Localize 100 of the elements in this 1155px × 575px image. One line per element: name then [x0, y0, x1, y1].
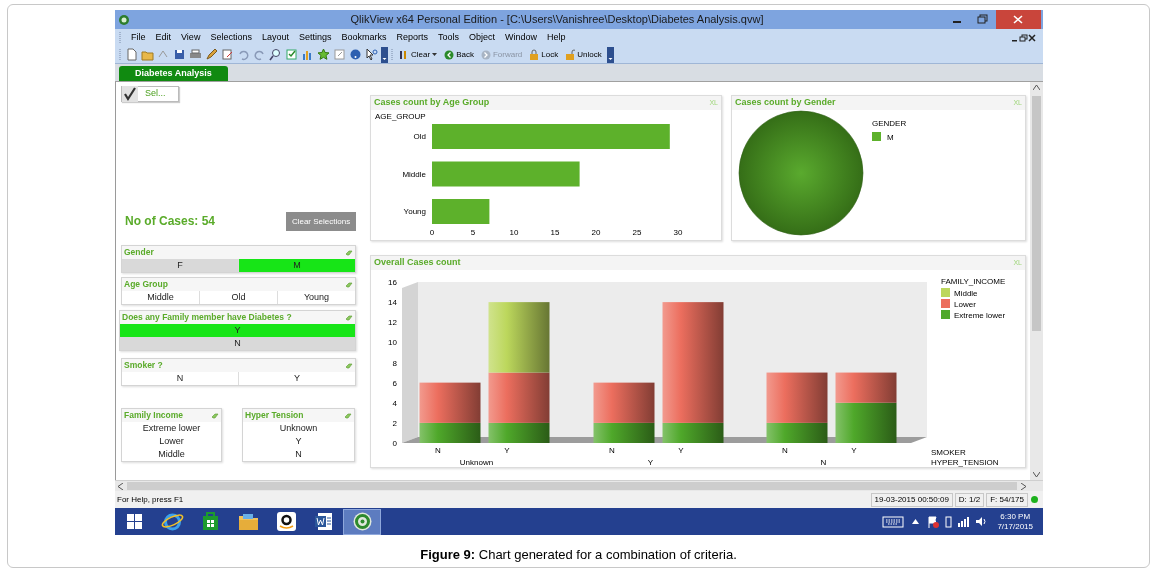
bar-segment[interactable]	[593, 382, 655, 423]
overflow-icon[interactable]	[606, 46, 614, 63]
list-box-value[interactable]: N	[243, 448, 354, 461]
flag-icon[interactable]	[927, 515, 940, 528]
page-icon[interactable]	[125, 48, 138, 61]
close-icon[interactable]	[1028, 32, 1037, 43]
menu-item[interactable]: Tools	[433, 30, 465, 45]
group-label: N	[820, 458, 827, 467]
clock-date: 7/17/2015	[997, 521, 1033, 532]
list-box-value[interactable]: Middle	[122, 291, 199, 304]
chart-title: Overall Cases count	[374, 256, 461, 270]
bar-segment[interactable]	[488, 372, 550, 423]
category-label: Young	[403, 207, 426, 216]
scroll-left-icon[interactable]	[118, 482, 123, 490]
chart-icon[interactable]	[301, 48, 314, 61]
axis-title: SMOKER	[931, 448, 966, 457]
tick-label: 10	[509, 228, 519, 237]
toolbar-button[interactable]: Clear	[397, 47, 440, 62]
menu-item[interactable]: Settings	[293, 30, 337, 45]
status-text: For Help, press F1	[117, 493, 185, 506]
cursor-help-icon[interactable]	[365, 48, 378, 61]
list-box-value[interactable]: Old	[199, 291, 277, 304]
menu-item[interactable]: Window	[500, 30, 543, 45]
scrollbar-thumb[interactable]	[127, 482, 1017, 490]
category-label: Middle	[402, 169, 426, 179]
folder-icon[interactable]	[141, 48, 154, 61]
list-box-value[interactable]: M	[238, 259, 355, 272]
list-box-value[interactable]: N	[122, 372, 238, 385]
taskbar-button[interactable]	[343, 508, 381, 535]
axis-title: AGE_GROUP	[375, 112, 426, 121]
menu-item[interactable]: Selections	[205, 30, 257, 45]
legend-label: Lower	[954, 300, 976, 309]
tick-label: 0	[392, 439, 397, 448]
legend-title: GENDER	[872, 119, 907, 128]
search-icon[interactable]	[269, 48, 282, 61]
bar-segment[interactable]	[835, 402, 897, 443]
list-box-value[interactable]: F	[122, 259, 238, 272]
menu-item[interactable]: Object	[464, 30, 501, 45]
menu-item[interactable]: Edit	[150, 30, 177, 45]
forward-icon	[480, 48, 491, 61]
checkbox-icon[interactable]	[285, 48, 298, 61]
scroll-down-icon[interactable]	[1033, 472, 1040, 477]
bar-segment[interactable]	[766, 372, 828, 423]
toolbar-button[interactable]: Back	[442, 47, 476, 62]
pencil-icon[interactable]	[205, 48, 218, 61]
menu-item[interactable]: Help	[542, 30, 571, 45]
battery-icon[interactable]	[945, 515, 953, 528]
legend-swatch	[872, 132, 881, 141]
list-box-title: Age Group	[124, 278, 168, 291]
signal-icon[interactable]	[958, 516, 970, 527]
toolbar-button[interactable]: Lock	[527, 47, 561, 62]
list-box-value[interactable]: Y	[120, 324, 355, 337]
bar-segment[interactable]	[419, 382, 481, 423]
menu-item[interactable]: Reports	[391, 30, 433, 45]
printer-icon[interactable]	[189, 48, 202, 61]
tick-label: 8	[392, 358, 397, 368]
overflow-icon[interactable]	[381, 46, 388, 63]
pie-slice[interactable]	[738, 110, 864, 236]
list-box-value[interactable]: Y	[238, 372, 355, 385]
bar-segment[interactable]	[488, 302, 550, 373]
horizontal-scrollbar[interactable]	[115, 480, 1043, 491]
legend-swatch	[941, 299, 950, 308]
menu-item[interactable]: View	[176, 30, 206, 45]
list-box-value[interactable]: Y	[243, 435, 354, 448]
menu-item[interactable]: Layout	[256, 30, 294, 45]
status-field: 19-03-2015 00:50:09	[870, 492, 953, 507]
grip-icon	[391, 48, 394, 61]
keyboard-icon[interactable]	[882, 515, 905, 528]
restore-icon[interactable]	[1019, 32, 1028, 43]
legend-title: FAMILY_INCOME	[941, 277, 1006, 286]
edit-icon[interactable]	[221, 48, 234, 61]
list-box-value[interactable]: Unknown	[243, 422, 354, 435]
list-box-value[interactable]: Lower	[122, 435, 221, 448]
scroll-up-icon[interactable]	[1033, 85, 1040, 90]
tick-label: 20	[591, 228, 601, 237]
list-box-title: Does any Family member have Diabetes ?	[122, 311, 292, 324]
menu-item[interactable]: Bookmarks	[336, 30, 392, 45]
menu-item[interactable]: File	[126, 30, 151, 45]
list-box-value[interactable]: N	[120, 337, 355, 350]
scrollbar-thumb[interactable]	[1032, 96, 1041, 331]
scroll-right-icon[interactable]	[1021, 482, 1026, 490]
speaker-icon[interactable]	[975, 516, 988, 527]
selections-button[interactable]: Sel...	[121, 86, 179, 102]
grip-icon	[119, 32, 122, 43]
bar-segment[interactable]	[662, 302, 724, 423]
group-label: Unknown	[459, 458, 494, 467]
list-box-value[interactable]: Middle	[122, 448, 221, 461]
caret-icon	[432, 52, 438, 57]
star-icon[interactable]	[317, 48, 330, 61]
toolbar-button[interactable]: Unlock	[563, 47, 604, 62]
sheet-tab[interactable]: Diabetes Analysis	[119, 66, 228, 81]
list-box-value[interactable]: Extreme lower	[122, 422, 221, 435]
tick-label: 15	[550, 228, 560, 237]
list-box-title: Gender	[124, 246, 154, 259]
list-box-value[interactable]: Young	[277, 291, 355, 304]
tick-label: 0	[429, 228, 435, 237]
vertical-scrollbar[interactable]	[1030, 82, 1043, 480]
status-field: D: 1/2	[954, 492, 985, 507]
bar-segment[interactable]	[835, 372, 897, 403]
chevron-up-icon[interactable]	[912, 519, 920, 524]
